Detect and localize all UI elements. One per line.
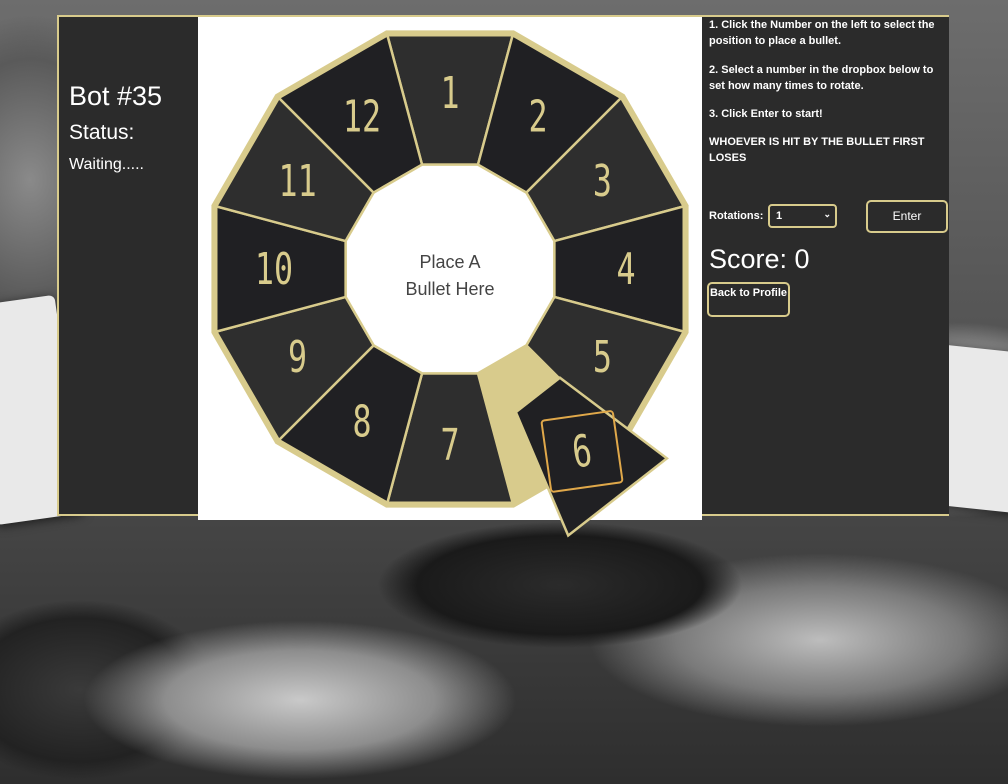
segment-number: 3 [593,156,612,208]
segment-number: 7 [440,420,459,472]
rotations-dropdown[interactable]: 1 ⌄ [768,204,837,228]
segment-number: 11 [279,156,317,208]
center-text-line1: Place A [419,252,480,272]
enter-button[interactable]: Enter [866,200,948,233]
chevron-down-icon: ⌄ [823,209,831,219]
segment-number: 12 [343,91,381,143]
segment-number: 5 [593,332,612,384]
rotations-label: Rotations: [709,210,764,222]
status-label: Status: [69,121,135,144]
segment-number: 10 [255,244,293,296]
center-text-line2: Bullet Here [405,279,494,299]
revolver-board: 1 2 3 4 5 6 7 8 9 10 11 12 Place A Bullet Here [198,17,702,538]
back-to-profile-button[interactable]: Back to Profile [707,282,790,317]
instruction-step-3: 3. Click Enter to start! [709,108,823,120]
cylinder-wheel: 1 23456789101112Place ABullet Here [211,30,689,538]
player-panel: Bot #35 Status: Waiting..... [59,17,198,514]
instruction-step-1: 1. Click the Number on the left to selec… [709,19,935,47]
status-value: Waiting..... [69,156,144,173]
segment-number: 1 [440,68,459,120]
segment-number: 4 [616,244,635,296]
instruction-step-2: 2. Select a number in the dropbox below … [709,64,934,92]
bot-name: Bot #35 [69,81,163,111]
segment-number: 9 [288,332,307,384]
rotations-value: 1 [776,210,783,222]
segment-number: 2 [528,91,547,143]
instructions-panel: 1. Click the Number on the left to selec… [702,17,949,514]
score-display: Score: 0 [709,244,810,274]
warning-text: WHOEVER IS HIT BY THE BULLET FIRST LOSES [709,136,925,164]
segment-number: 8 [352,396,371,448]
